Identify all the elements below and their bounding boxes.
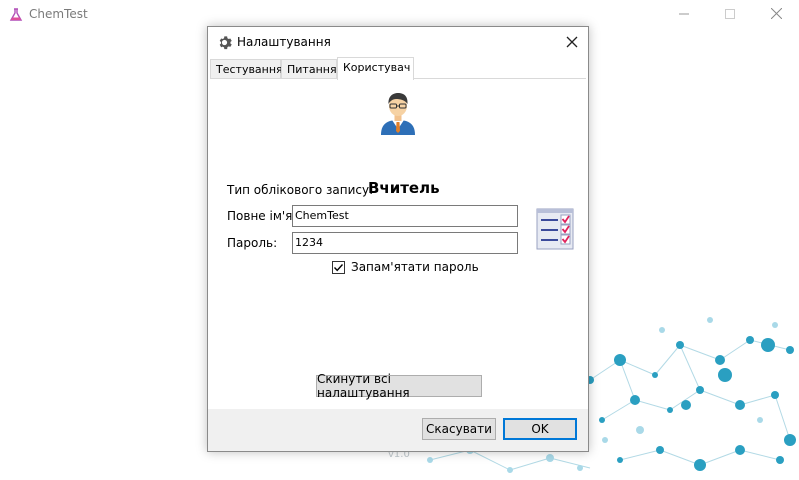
full-name-label: Повне ім'я: (227, 209, 297, 223)
dialog-footer: Скасувати OK (208, 409, 588, 451)
dialog-titlebar: Налаштування (208, 27, 588, 57)
user-avatar-icon (378, 91, 418, 135)
checklist-icon (536, 208, 574, 250)
checkmark-icon (333, 263, 344, 271)
minimize-icon (679, 8, 689, 22)
tab-user[interactable]: Користувач (337, 57, 414, 80)
app-title: ChemTest (29, 7, 88, 21)
password-label: Пароль: (227, 236, 278, 250)
account-type-value: Вчитель (368, 179, 440, 197)
full-name-field[interactable]: ChemTest (292, 205, 518, 227)
flask-icon (9, 8, 23, 22)
maximize-icon (725, 8, 735, 22)
account-type-label: Тип облікового запису: (227, 183, 374, 197)
close-icon (566, 36, 578, 48)
settings-dialog: Налаштування Тестування Питання Користув… (207, 26, 589, 452)
app-close-button[interactable] (753, 0, 799, 30)
tab-questions[interactable]: Питання (281, 59, 337, 79)
close-icon (770, 7, 782, 22)
password-field[interactable]: 1234 (292, 232, 518, 254)
tab-testing[interactable]: Тестування (210, 59, 283, 79)
tab-control: Тестування Питання Користувач Тип обліко… (208, 57, 588, 409)
remember-password-label: Запам'ятати пароль (351, 260, 479, 274)
remember-password-option[interactable]: Запам'ятати пароль (332, 259, 479, 275)
dialog-title: Налаштування (237, 35, 331, 49)
cancel-button[interactable]: Скасувати (422, 418, 496, 440)
remember-password-checkbox[interactable] (332, 260, 345, 274)
gear-icon (217, 35, 232, 50)
reset-settings-button[interactable]: Скинути всі налаштування (316, 372, 482, 400)
dialog-close-button[interactable] (563, 33, 581, 51)
minimize-button[interactable] (661, 0, 707, 30)
maximize-button[interactable] (707, 0, 753, 30)
ok-button[interactable]: OK (503, 418, 577, 440)
user-tab-page: Тип облікового запису: Вчитель Повне ім'… (210, 79, 586, 407)
